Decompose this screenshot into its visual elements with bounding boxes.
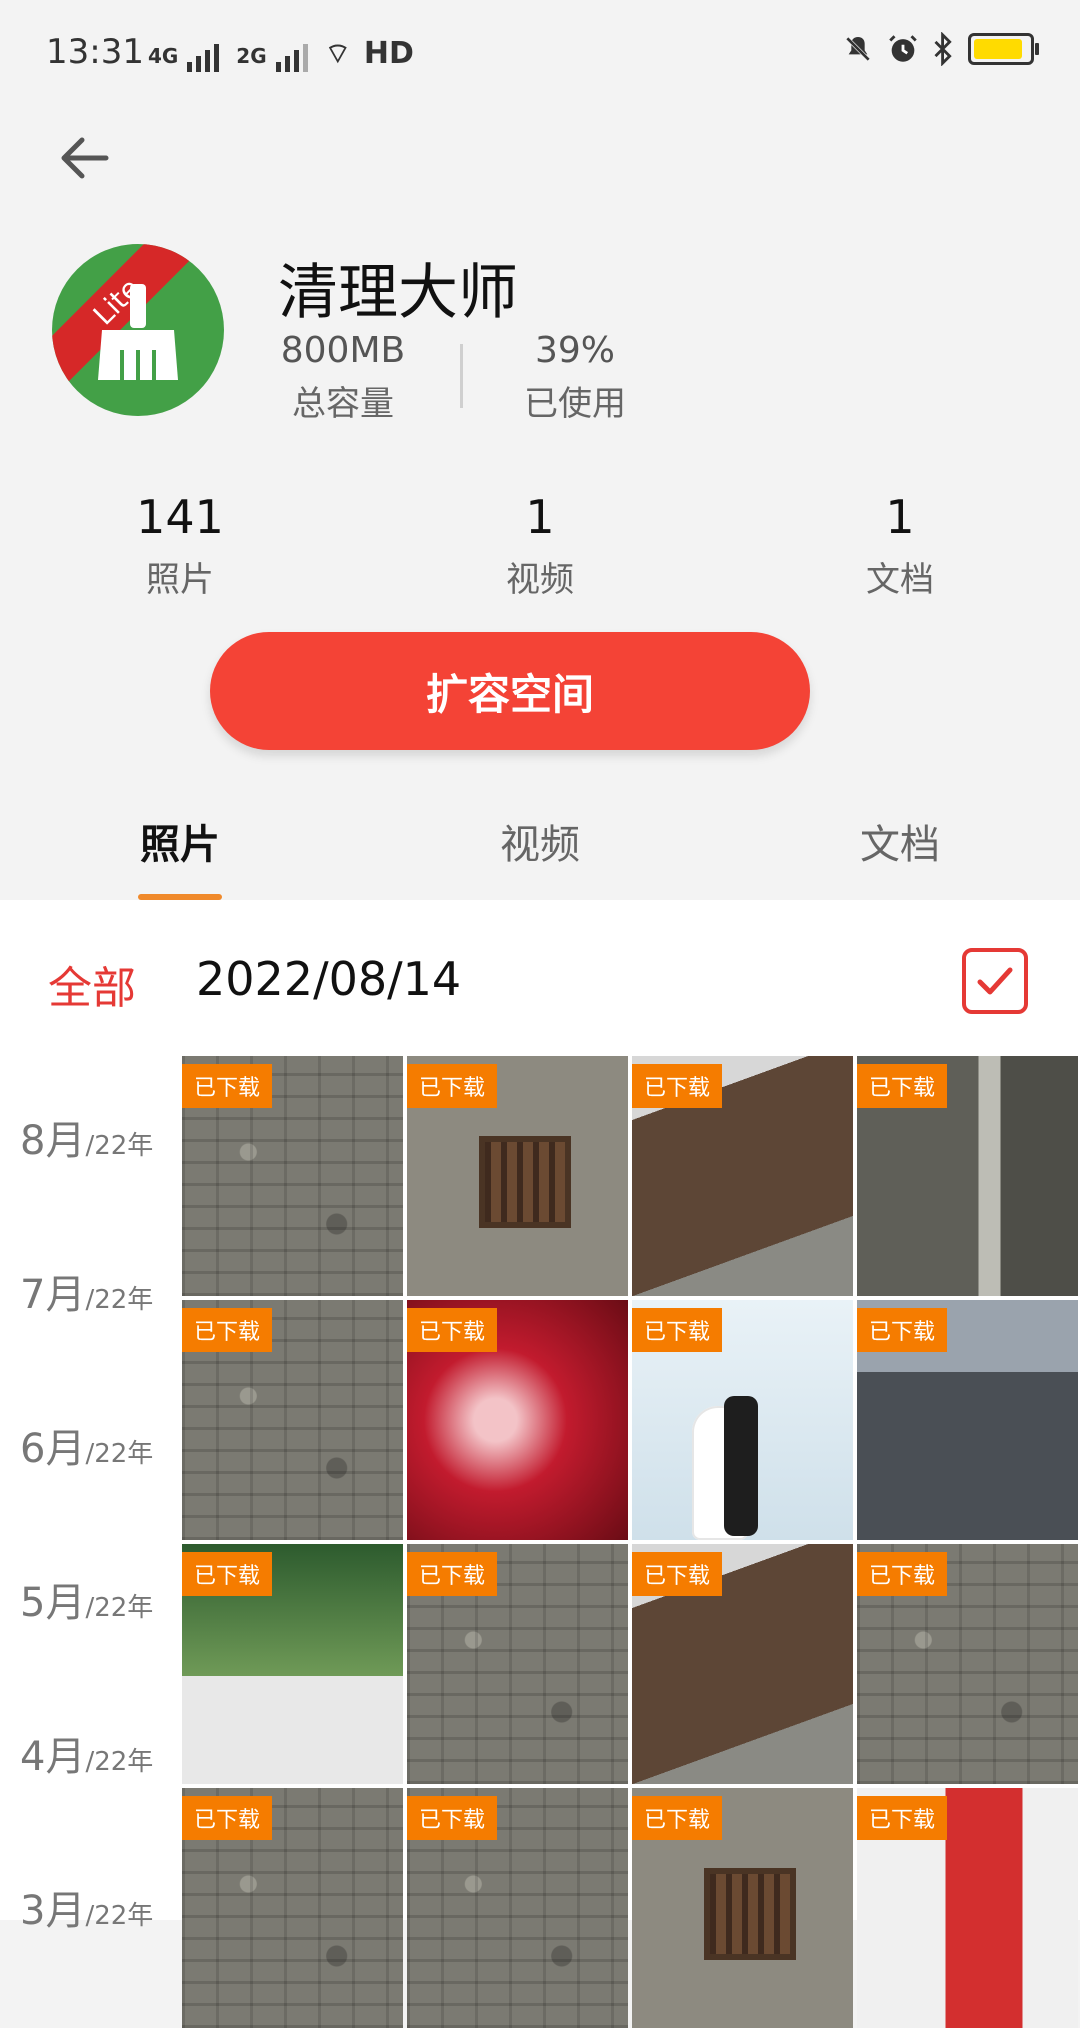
status-time: 13:31 [46,32,144,72]
tab-photos[interactable]: 照片 [90,812,270,870]
signal-icon [187,44,220,72]
timeline-month[interactable]: 5月/22年 [20,1570,153,1628]
battery-icon [968,33,1039,65]
downloaded-badge: 已下载 [632,1308,723,1352]
photo-thumbnail[interactable]: 已下载 [182,1788,403,2028]
wifi-icon: ⌔ [324,37,351,70]
capacity-label: 总容量 [292,384,394,424]
stat-count: 1 [885,490,915,544]
downloaded-badge: 已下载 [632,1064,723,1108]
stat-label: 文档 [866,560,934,600]
tab-documents[interactable]: 文档 [810,812,990,870]
downloaded-badge: 已下载 [407,1064,498,1108]
network-4g-label: 4G [148,44,179,68]
photo-grid: 已下载 已下载 已下载 已下载 已下载 已下载 已下载 已下载 已下载 已下载 … [182,1056,1080,2028]
downloaded-badge: 已下载 [632,1796,723,1840]
downloaded-badge: 已下载 [182,1796,273,1840]
downloaded-badge: 已下载 [182,1552,273,1596]
mute-icon [844,35,872,63]
photo-thumbnail[interactable]: 已下载 [857,1788,1078,2028]
date-header: 2022/08/14 [196,952,462,1006]
signal-icon-2 [275,44,308,72]
stat-label: 视频 [506,560,574,600]
bluetooth-icon [934,32,952,66]
network-indicators: 4G 2G ⌔ HD [148,36,414,72]
alarm-icon [889,35,917,62]
timeline-month[interactable]: 6月/22年 [20,1416,153,1474]
downloaded-badge: 已下载 [857,1308,948,1352]
downloaded-badge: 已下载 [407,1552,498,1596]
checkbox-checked-icon[interactable] [962,948,1028,1014]
photo-thumbnail[interactable]: 已下载 [182,1544,403,1784]
stat-count: 1 [525,490,555,544]
stat-videos: 1 视频 [440,490,640,601]
stat-photos: 141 照片 [80,490,280,601]
timeline-month[interactable]: 3月/22年 [20,1878,153,1936]
downloaded-badge: 已下载 [407,1796,498,1840]
status-bar: 13:31 4G 2G ⌔ HD [0,0,1080,110]
downloaded-badge: 已下载 [632,1552,723,1596]
downloaded-badge: 已下载 [182,1064,273,1108]
timeline-month[interactable]: 8月/22年 [20,1108,153,1166]
photo-thumbnail[interactable]: 已下载 [182,1056,403,1296]
photo-thumbnail[interactable]: 已下载 [182,1300,403,1540]
photo-thumbnail[interactable]: 已下载 [632,1056,853,1296]
app-logo: Lite [52,244,224,416]
timeline-month[interactable]: 7月/22年 [20,1262,153,1320]
stat-count: 141 [136,490,224,544]
app-title: 清理大师 [278,258,518,328]
photo-thumbnail[interactable]: 已下载 [632,1300,853,1540]
used-label: 已使用 [524,384,626,424]
photo-thumbnail[interactable]: 已下载 [857,1300,1078,1540]
photo-thumbnail[interactable]: 已下载 [857,1056,1078,1296]
broom-icon [98,284,178,380]
divider [460,344,463,408]
tab-videos[interactable]: 视频 [450,812,630,870]
back-arrow-icon[interactable] [54,128,114,188]
photo-thumbnail[interactable]: 已下载 [407,1544,628,1784]
hd-label: HD [363,36,414,71]
photo-thumbnail[interactable]: 已下载 [407,1788,628,2028]
photo-thumbnail[interactable]: 已下载 [632,1544,853,1784]
expand-space-button[interactable]: 扩容空间 [210,632,810,750]
downloaded-badge: 已下载 [857,1064,948,1108]
photo-thumbnail[interactable]: 已下载 [407,1300,628,1540]
all-filter[interactable]: 全部 [48,952,136,1016]
photo-thumbnail[interactable]: 已下载 [407,1056,628,1296]
photo-thumbnail[interactable]: 已下载 [857,1544,1078,1784]
network-2g-label: 2G [236,44,267,68]
timeline-month[interactable]: 4月/22年 [20,1724,153,1782]
status-right-icons [842,32,1039,66]
downloaded-badge: 已下载 [407,1308,498,1352]
downloaded-badge: 已下载 [182,1308,273,1352]
stat-documents: 1 文档 [800,490,1000,601]
downloaded-badge: 已下载 [857,1552,948,1596]
downloaded-badge: 已下载 [857,1796,948,1840]
capacity-value: 800MB [280,330,406,371]
used-value: 39% [534,330,615,371]
photo-thumbnail[interactable]: 已下载 [632,1788,853,2028]
stat-label: 照片 [146,560,214,600]
